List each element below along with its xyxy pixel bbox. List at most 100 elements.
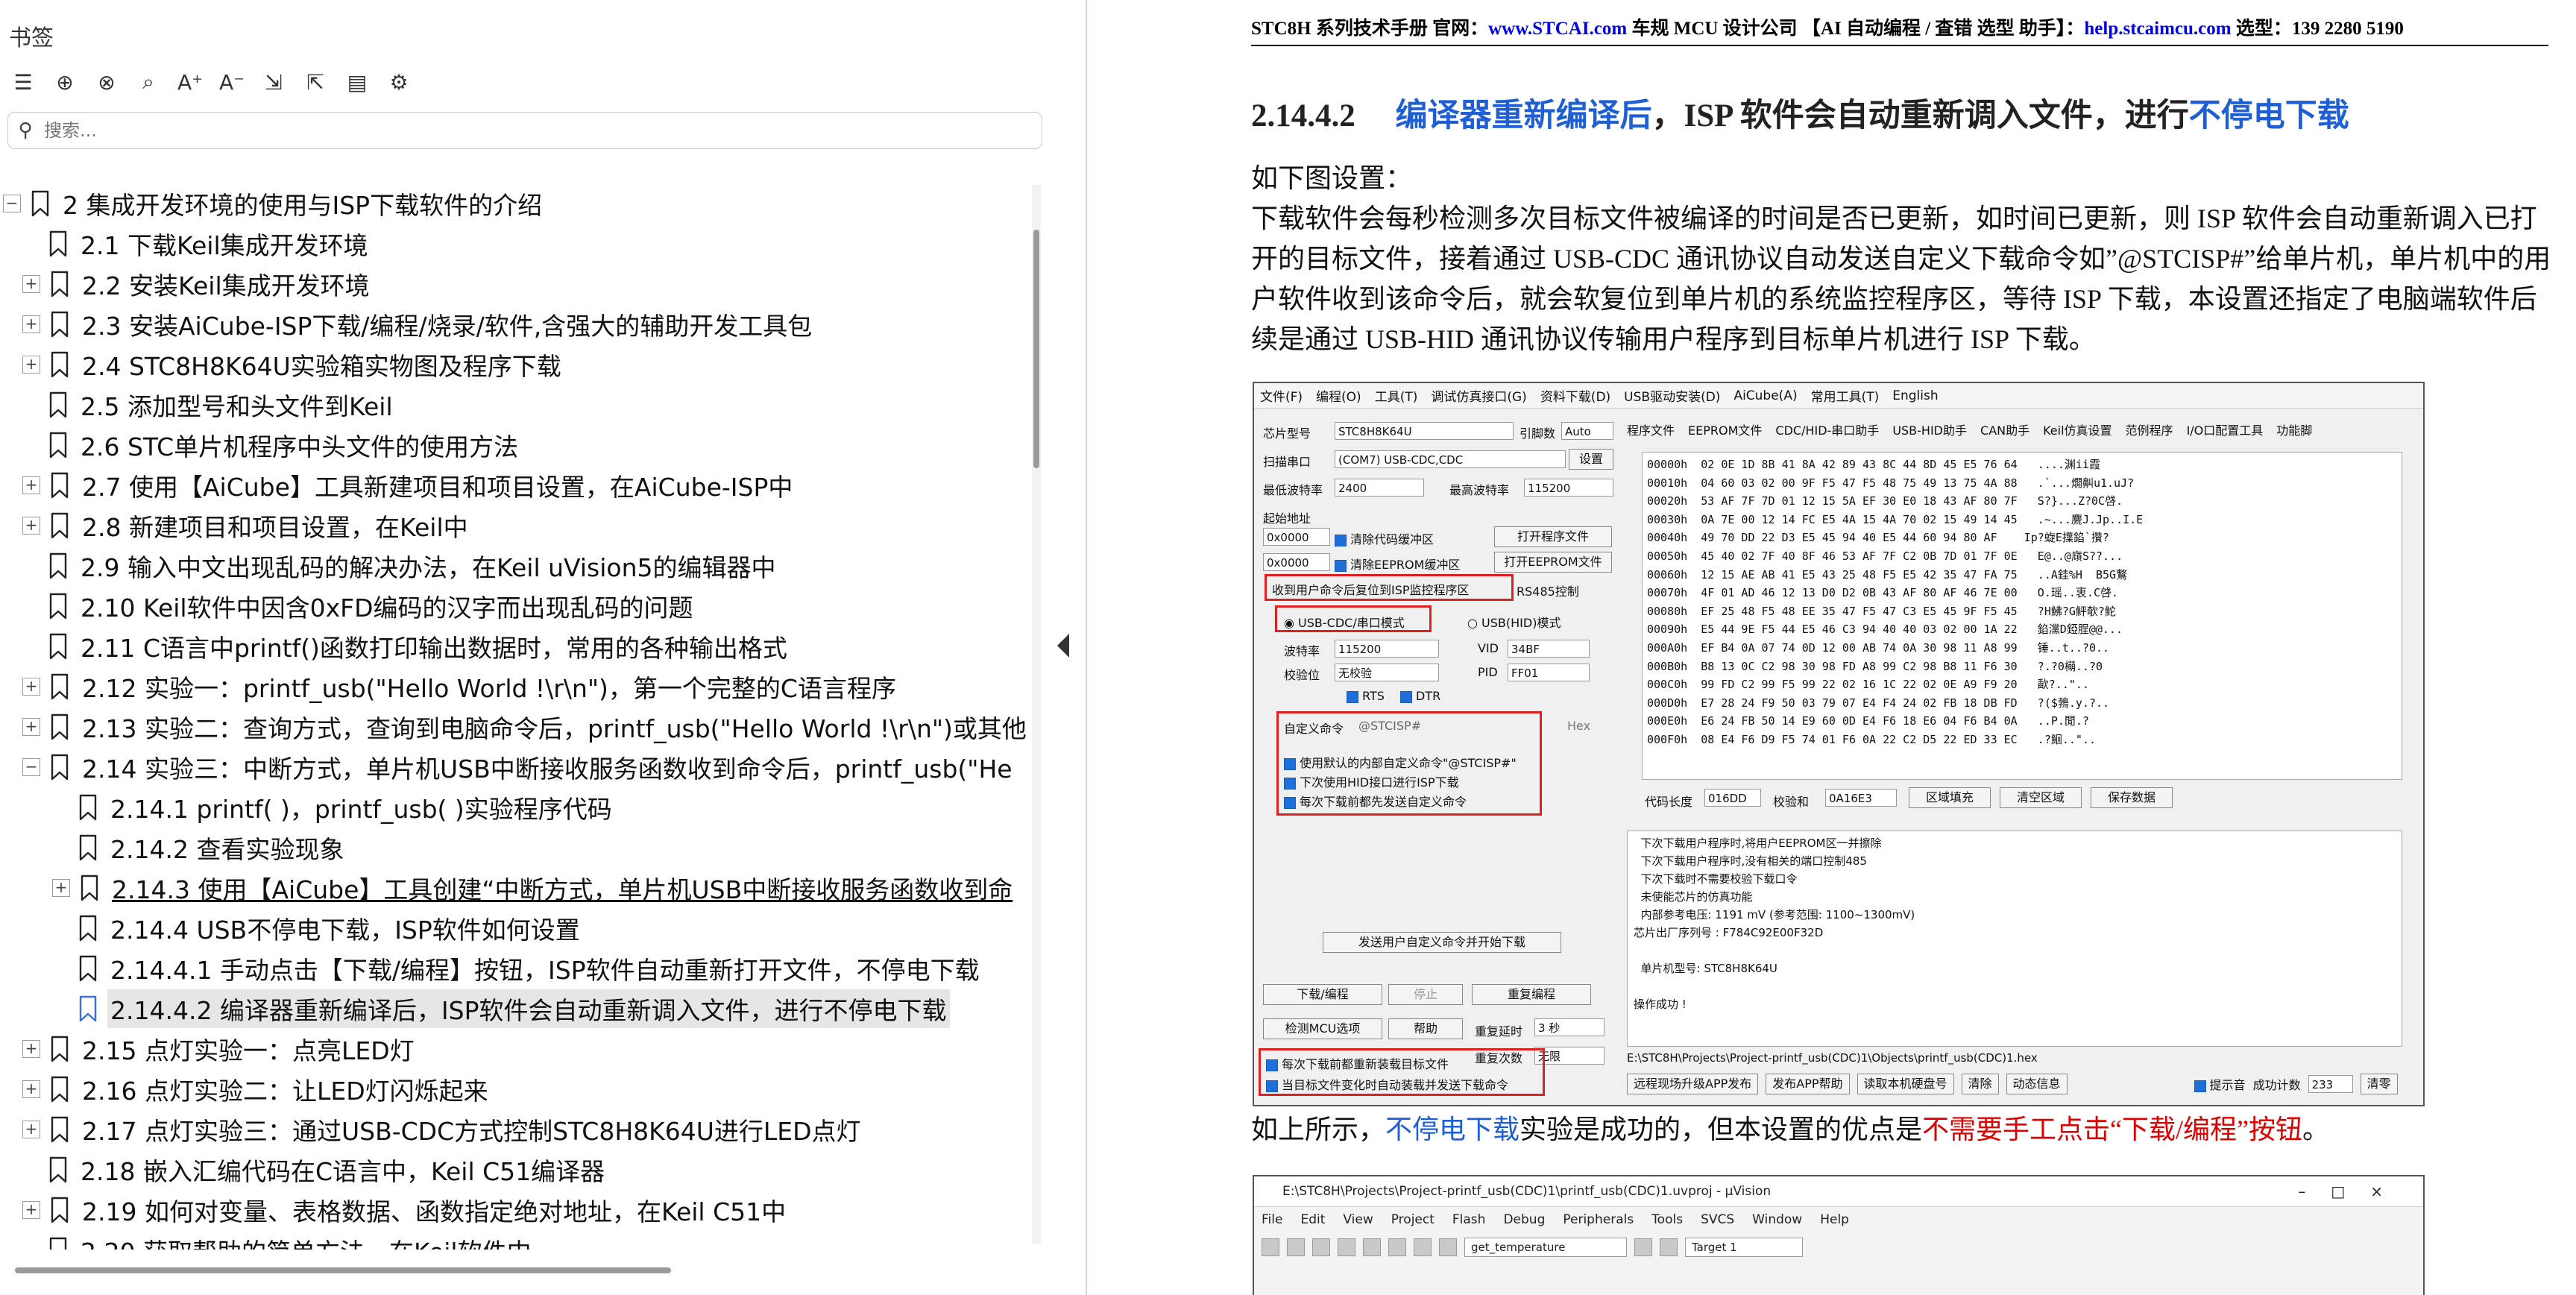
find-combo[interactable]: get_temperature — [1464, 1238, 1627, 1257]
bookmark-item[interactable]: +2.13 实验二：查询方式，查询到电脑命令后，printf_usb("Hell… — [0, 707, 1026, 747]
bookmark-item[interactable]: +2.2 安装Keil集成开发环境 — [0, 264, 1026, 304]
rs485-tab[interactable]: RS485控制 — [1517, 582, 1579, 599]
bookmark-item[interactable]: 2.14.4.2 编译器重新编译后，ISP软件会自动重新调入文件，进行不停电下载 — [0, 989, 1026, 1029]
bookmark-item[interactable]: +2.7 使用【AiCube】工具新建项目和项目设置，在AiCube-ISP中 — [0, 465, 1026, 505]
pid-input[interactable]: FF01 — [1508, 664, 1590, 681]
code-addr-input[interactable]: 0x0000 — [1263, 528, 1330, 546]
parity-select[interactable]: 无校验 — [1335, 664, 1439, 681]
isp-menu-item[interactable]: AiCube(A) — [1733, 388, 1797, 403]
new-file-icon[interactable] — [1262, 1238, 1279, 1256]
clear-count-button[interactable]: 清零 — [2360, 1074, 2398, 1094]
fill-area-button[interactable]: 区域填充 — [1909, 787, 1991, 808]
uvision-menu-item[interactable]: Flash — [1452, 1207, 1486, 1232]
expand-toggle-icon[interactable]: + — [22, 1040, 40, 1058]
bookmark-item[interactable]: +2.12 实验一：printf_usb("Hello World !\r\n"… — [0, 667, 1026, 707]
stop-button[interactable]: 停止 — [1388, 984, 1463, 1005]
collapse-toggle-icon[interactable]: − — [22, 758, 40, 776]
help-button[interactable]: 帮助 — [1388, 1018, 1463, 1039]
uvision-menu-item[interactable]: SVCS — [1701, 1207, 1734, 1232]
isp-menu-item[interactable]: 调试仿真接口(G) — [1431, 386, 1526, 405]
reprogram-button[interactable]: 重复编程 — [1472, 984, 1591, 1005]
redo-icon[interactable] — [1439, 1238, 1457, 1256]
scrollbar-thumb[interactable] — [1033, 230, 1039, 468]
font-smaller-icon[interactable]: A⁻ — [216, 66, 248, 98]
expand-toggle-icon[interactable]: + — [22, 1080, 40, 1098]
collapse-toggle-icon[interactable]: − — [3, 195, 21, 212]
isp-tab[interactable]: CDC/HID-串口助手 — [1775, 420, 1879, 441]
clear-log-button[interactable]: 清除 — [1961, 1074, 1999, 1094]
save-data-button[interactable]: 保存数据 — [2091, 787, 2173, 808]
bookmark-item[interactable]: 2.10 Keil软件中因含0xFD编码的汉字而出现乱码的问题 — [0, 586, 1026, 626]
isp-tab[interactable]: 程序文件 — [1627, 420, 1675, 441]
bookmark-item[interactable]: 2.1 下载Keil集成开发环境 — [0, 224, 1026, 264]
max-baud-select[interactable]: 115200 — [1524, 479, 1613, 497]
bookmark-item[interactable]: − 2.14 实验三：中断方式，单片机USB中断接收服务函数收到命令后，print… — [0, 747, 1026, 787]
open-eeprom-button[interactable]: 打开EEPROM文件 — [1494, 552, 1612, 573]
uvision-menu-item[interactable]: Window — [1752, 1207, 1802, 1232]
send-cmd-button[interactable]: 发送用户自定义命令并开始下载 — [1323, 932, 1561, 953]
remote-upgrade-button[interactable]: 远程现场升级APP发布 — [1627, 1074, 1759, 1094]
uvision-menu-item[interactable]: Project — [1391, 1207, 1435, 1232]
isp-menu-item[interactable]: 工具(T) — [1375, 386, 1418, 405]
expand-toggle-icon[interactable]: + — [22, 476, 40, 494]
bookmark-item[interactable]: +2.15 点灯实验一：点亮LED灯 — [0, 1029, 1026, 1069]
isp-tab[interactable]: CAN助手 — [1980, 420, 2029, 441]
bookmark-item[interactable]: +2.17 点灯实验三：通过USB-CDC方式控制STC8H8K64U进行LED… — [0, 1109, 1026, 1150]
uvision-menu-item[interactable]: Peripherals — [1563, 1207, 1634, 1232]
eeprom-addr-input[interactable]: 0x0000 — [1263, 553, 1330, 571]
bookmark-item[interactable]: +2.4 STC8H8K64U实验箱实物图及程序下载 — [0, 344, 1026, 385]
isp-tab[interactable]: EEPROM文件 — [1688, 420, 1762, 441]
hid-mode-radio[interactable]: ○ USB(HID)模式 — [1467, 613, 1561, 631]
find-bookmark-icon[interactable]: ⌕ — [133, 66, 164, 98]
bookmark-item[interactable]: 2.11 C语言中printf()函数打印输出数据时，常用的各种输出格式 — [0, 626, 1026, 667]
isp-tab[interactable]: 功能脚 — [2276, 420, 2312, 441]
search-input[interactable] — [42, 119, 1042, 142]
uvision-menu-item[interactable]: Edit — [1300, 1207, 1325, 1232]
isp-menu-item[interactable]: 常用工具(T) — [1811, 386, 1880, 405]
uvision-menu-item[interactable]: File — [1262, 1207, 1282, 1232]
font-larger-icon[interactable]: A⁺ — [174, 66, 206, 98]
uvision-menu-item[interactable]: View — [1343, 1207, 1373, 1232]
bookmark-item[interactable]: 2.5 添加型号和头文件到Keil — [0, 385, 1026, 425]
open-file-icon[interactable] — [1287, 1238, 1305, 1256]
port-select[interactable]: (COM7) USB-CDC,CDC — [1335, 450, 1566, 468]
collapse-all-icon[interactable]: ⇱ — [300, 66, 331, 98]
vertical-scrollbar[interactable] — [1032, 185, 1041, 1244]
scrollbar-thumb[interactable] — [15, 1267, 671, 1273]
baud-select[interactable]: 115200 — [1335, 640, 1439, 658]
bookmark-item[interactable]: 2.18 嵌入汇编代码在C语言中，Keil C51编译器 — [0, 1150, 1026, 1190]
bookmark-item[interactable]: +2.19 如何对变量、表格数据、函数指定绝对地址，在Keil C51中 — [0, 1190, 1026, 1230]
clear-code-checkbox[interactable]: 清除代码缓冲区 — [1335, 529, 1434, 547]
clear-area-button[interactable]: 清空区域 — [2000, 787, 2082, 808]
save-icon[interactable] — [1312, 1238, 1330, 1256]
horizontal-scrollbar[interactable] — [15, 1267, 1036, 1275]
bookmark-item[interactable]: 2.14.2 查看实验现象 — [0, 828, 1026, 868]
bookmark-item[interactable]: 2.20 获取帮助的简单方法，在Keil软件中 — [0, 1230, 1026, 1250]
bookmark-item[interactable]: − 2 集成开发环境的使用与ISP下载软件的介绍 — [0, 183, 1026, 224]
expand-toggle-icon[interactable]: + — [22, 275, 40, 293]
bookmark-item[interactable]: 2.9 输入中文出现乱码的解决办法，在Keil uVision5的编辑器中 — [0, 546, 1026, 586]
app-help-button[interactable]: 发布APP帮助 — [1766, 1074, 1850, 1094]
expand-toggle-icon[interactable]: + — [22, 1201, 40, 1219]
list-icon[interactable]: ☰ — [7, 66, 39, 98]
min-baud-select[interactable]: 2400 — [1335, 479, 1424, 497]
undo-icon[interactable] — [1414, 1238, 1432, 1256]
hex-view[interactable]: 00000h 02 0E 1D 8B 41 8A 42 89 43 8C 44 … — [1642, 452, 2402, 780]
port-settings-button[interactable]: 设置 — [1569, 449, 1613, 470]
target-combo[interactable]: Target 1 — [1685, 1238, 1803, 1257]
download-button[interactable]: 下载/编程 — [1263, 984, 1382, 1005]
isp-menu-item[interactable]: 文件(F) — [1260, 386, 1303, 405]
paste-icon[interactable] — [1388, 1238, 1406, 1256]
debug-icon[interactable] — [1634, 1238, 1652, 1256]
expand-all-icon[interactable]: ⇲ — [258, 66, 289, 98]
bookmark-item[interactable]: +2.16 点灯实验二：让LED灯闪烁起来 — [0, 1069, 1026, 1109]
expand-toggle-icon[interactable]: + — [22, 1121, 40, 1138]
bookmark-item[interactable]: +2.8 新建项目和项目设置，在Keil中 — [0, 505, 1026, 546]
copy-icon[interactable] — [1363, 1238, 1381, 1256]
expand-toggle-icon[interactable]: + — [22, 517, 40, 535]
isp-menu-item[interactable]: English — [1892, 388, 1938, 403]
bookmark-item[interactable]: 2.14.4.1 手动点击【下载/编程】按钮，ISP软件自动重新打开文件，不停电… — [0, 948, 1026, 989]
uvision-menu-item[interactable]: Help — [1820, 1207, 1849, 1232]
rts-checkbox[interactable]: RTS — [1347, 689, 1385, 703]
bookmark-item[interactable]: 2.6 STC单片机程序中头文件的使用方法 — [0, 425, 1026, 465]
